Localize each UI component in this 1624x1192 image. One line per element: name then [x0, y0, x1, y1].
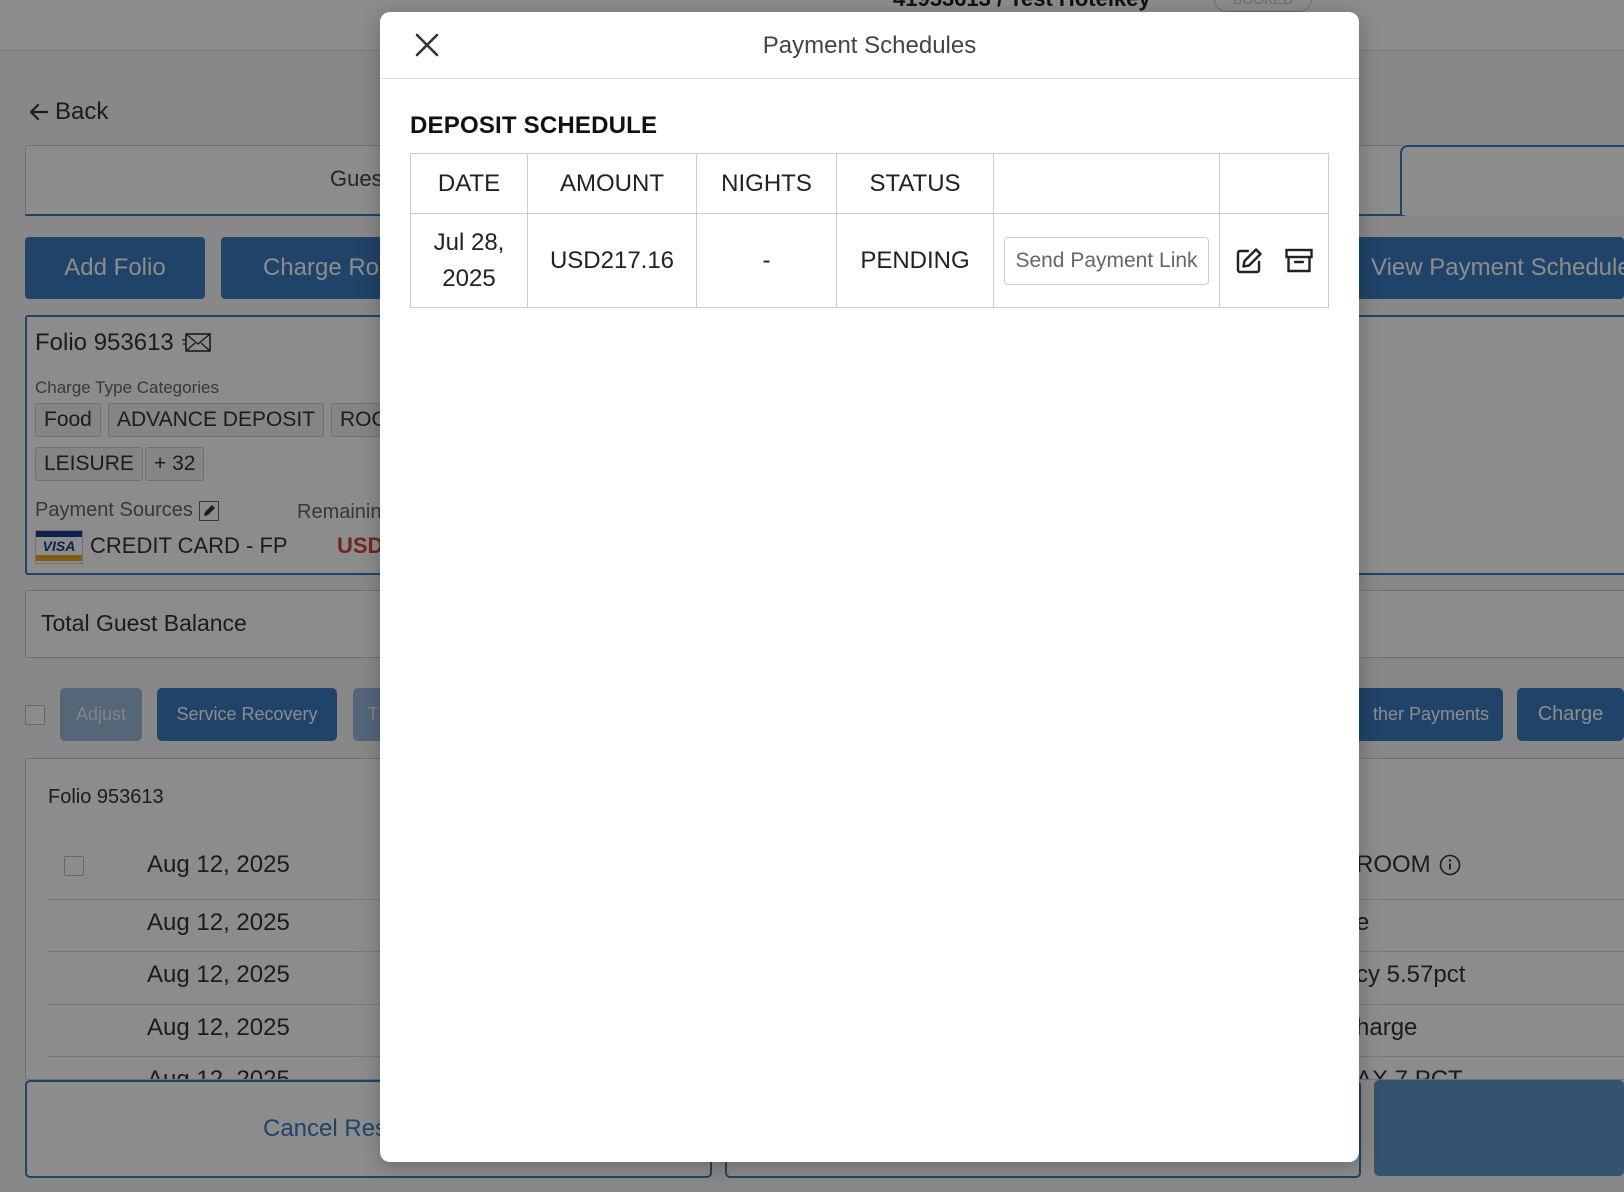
cell-nights: -: [696, 213, 837, 308]
cell-tools: [1219, 213, 1329, 308]
column-header-tools: [1219, 153, 1329, 214]
cell-status: PENDING: [836, 213, 994, 308]
cell-amount: USD217.16: [527, 213, 697, 308]
send-payment-link-button[interactable]: Send Payment Link: [1004, 236, 1209, 285]
modal-header: Payment Schedules: [380, 12, 1359, 79]
date-line-1: Jul 28,: [433, 228, 505, 256]
payment-schedules-modal: Payment Schedules DEPOSIT SCHEDULE DATE …: [380, 12, 1359, 1162]
table-row: Jul 28, 2025 USD217.16 - PENDING Send Pa…: [410, 213, 1329, 308]
table-header-row: DATE AMOUNT NIGHTS STATUS: [410, 153, 1329, 214]
close-icon[interactable]: [412, 30, 442, 60]
deposit-schedule-table: DATE AMOUNT NIGHTS STATUS Jul 28, 2025 U…: [410, 153, 1329, 308]
modal-title: Payment Schedules: [762, 32, 977, 59]
cell-action: Send Payment Link: [993, 213, 1220, 308]
column-header-status: STATUS: [836, 153, 994, 214]
archive-icon[interactable]: [1284, 246, 1314, 276]
date-line-2: 2025: [442, 264, 496, 292]
cell-date: Jul 28, 2025: [410, 213, 528, 308]
column-header-date: DATE: [410, 153, 528, 214]
deposit-schedule-title: DEPOSIT SCHEDULE: [410, 112, 658, 139]
column-header-action: [993, 153, 1220, 214]
edit-icon[interactable]: [1234, 246, 1264, 276]
column-header-nights: NIGHTS: [696, 153, 837, 214]
column-header-amount: AMOUNT: [527, 153, 697, 214]
